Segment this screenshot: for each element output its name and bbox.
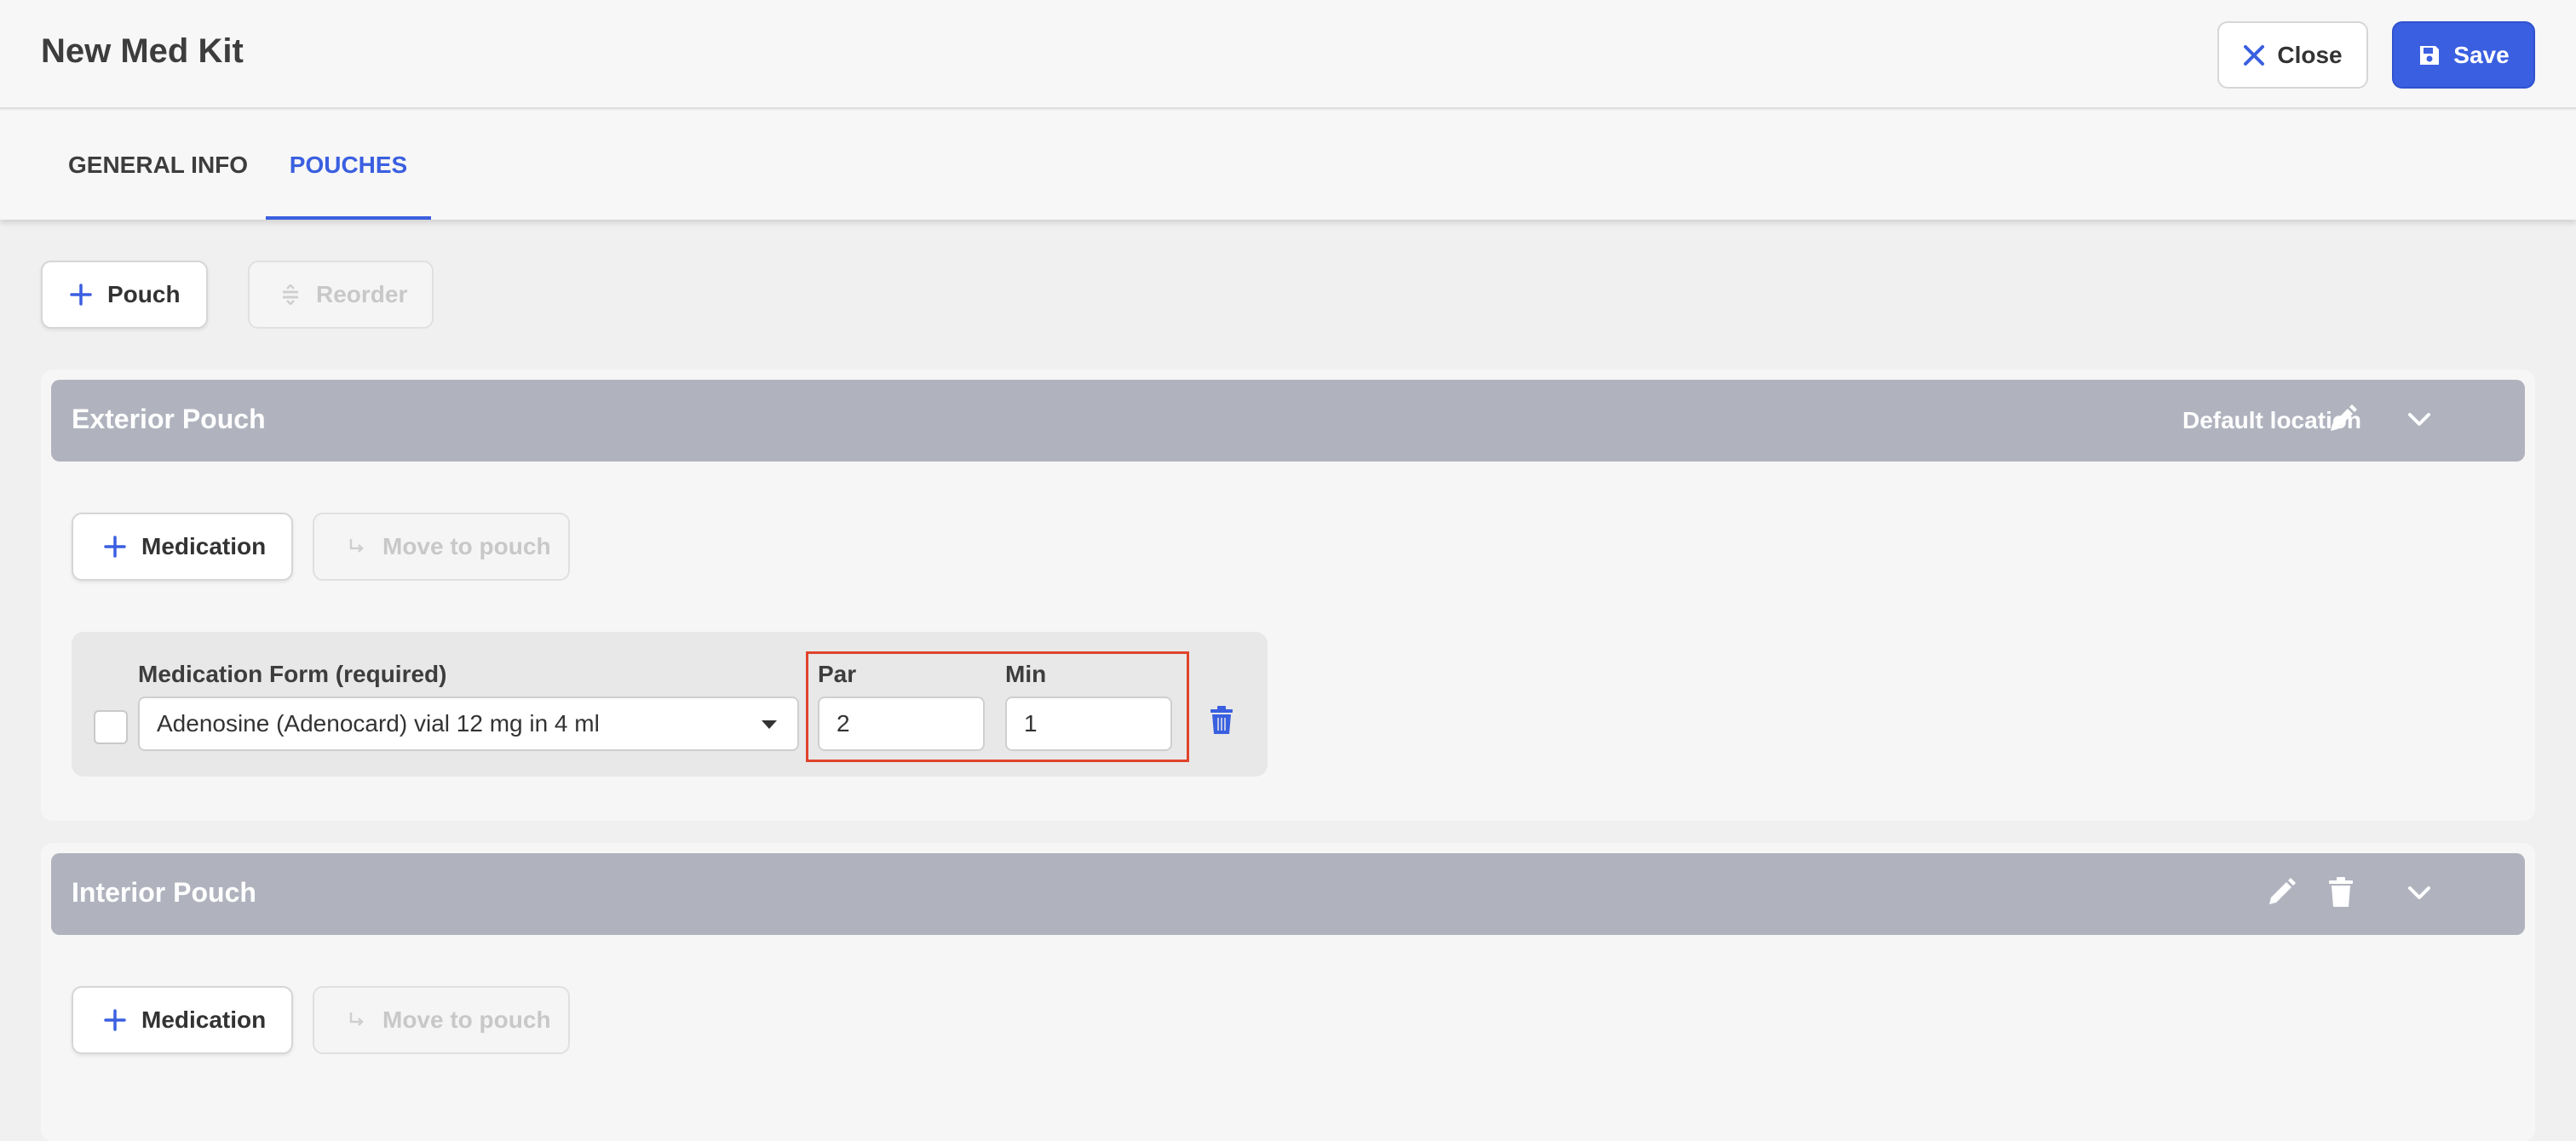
save-icon <box>2418 43 2441 67</box>
page-title: New Med Kit <box>41 32 244 70</box>
save-button[interactable]: Save <box>2392 21 2535 89</box>
plus-icon <box>104 536 126 558</box>
add-medication-label: Medication <box>141 533 267 559</box>
move-to-pouch-button[interactable]: Move to pouch <box>313 513 570 581</box>
add-medication-button[interactable]: Medication <box>72 986 293 1054</box>
move-to-pouch-button[interactable]: Move to pouch <box>313 986 570 1054</box>
add-pouch-label: Pouch <box>107 281 181 307</box>
medication-row: Medication Form (required) Adenosine (Ad… <box>72 632 1268 777</box>
tab-bar: GENERAL INFO POUCHES <box>0 111 2576 220</box>
close-icon <box>2243 44 2265 66</box>
move-to-pouch-label: Move to pouch <box>382 1006 551 1033</box>
pencil-icon[interactable] <box>2264 875 2298 909</box>
save-button-label: Save <box>2453 41 2510 68</box>
pouch-title: Interior Pouch <box>72 877 256 908</box>
reorder-icon <box>280 284 301 305</box>
close-button-label: Close <box>2277 41 2343 68</box>
pencil-icon[interactable] <box>2326 402 2360 436</box>
reorder-button[interactable]: Reorder <box>248 261 434 329</box>
plus-icon <box>104 1009 126 1031</box>
medication-form-select[interactable]: Adenosine (Adenocard) vial 12 mg in 4 ml <box>138 697 799 751</box>
medication-form-value: Adenosine (Adenocard) vial 12 mg in 4 ml <box>157 710 600 737</box>
chevron-down-icon[interactable] <box>2402 875 2436 909</box>
min-label: Min <box>1005 661 1047 687</box>
min-input[interactable]: 1 <box>1005 697 1172 751</box>
tab-pouches[interactable]: POUCHES <box>266 111 431 220</box>
chevron-down-icon[interactable] <box>2402 402 2436 436</box>
trash-icon[interactable] <box>2326 875 2356 909</box>
medication-checkbox[interactable] <box>94 710 128 744</box>
add-pouch-button[interactable]: Pouch <box>41 261 208 329</box>
pouch-header-interior[interactable]: Interior Pouch <box>51 853 2525 935</box>
top-bar: New Med Kit Close Save <box>0 0 2576 109</box>
move-arrow-icon <box>347 1010 367 1030</box>
pouch-header-exterior[interactable]: Exterior Pouch Default location <box>51 380 2525 462</box>
add-medication-button[interactable]: Medication <box>72 513 293 581</box>
par-label: Par <box>818 661 857 687</box>
move-to-pouch-label: Move to pouch <box>382 533 551 559</box>
move-arrow-icon <box>347 536 367 557</box>
par-input[interactable]: 2 <box>818 697 985 751</box>
plus-icon <box>70 284 92 306</box>
pouch-title: Exterior Pouch <box>72 404 266 434</box>
dropdown-caret-icon <box>762 720 777 729</box>
min-value: 1 <box>1024 710 1038 737</box>
medication-form-label: Medication Form (required) <box>138 661 447 687</box>
reorder-label: Reorder <box>316 281 408 307</box>
add-medication-label: Medication <box>141 1006 267 1033</box>
tab-general-info[interactable]: GENERAL INFO <box>68 111 248 220</box>
trash-icon[interactable] <box>1208 705 1235 736</box>
close-button[interactable]: Close <box>2217 21 2368 89</box>
par-value: 2 <box>837 710 850 737</box>
